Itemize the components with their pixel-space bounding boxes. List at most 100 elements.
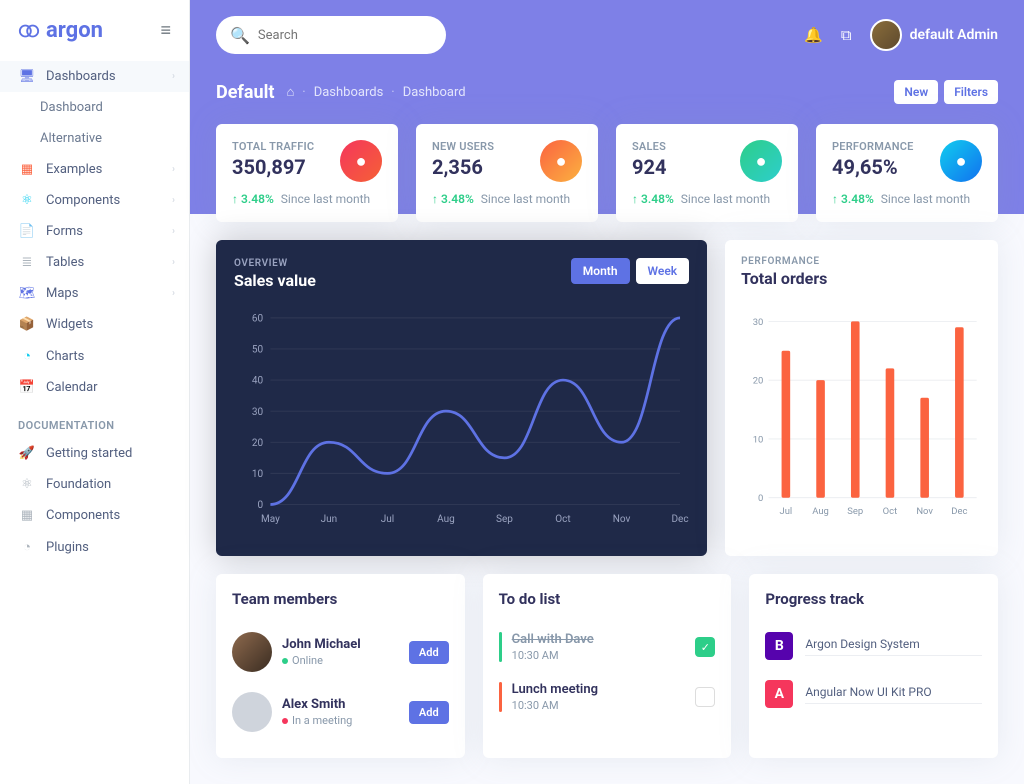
breadcrumb: ⌂ · Dashboards · Dashboard [286, 84, 465, 100]
nav-item-calendar[interactable]: 📅 Calendar [0, 372, 189, 403]
nav-item-plugins[interactable]: ◔Plugins [0, 531, 189, 563]
todo-item[interactable]: Call with Dave 10:30 AM ✓ [499, 622, 716, 672]
orders-title: Total orders [741, 269, 827, 288]
svg-text:Nov: Nov [613, 514, 631, 525]
stat-delta: ↑ 3.48% Since last month [432, 192, 582, 206]
crumb-0[interactable]: Dashboards [314, 85, 384, 100]
nav-label: Examples [46, 162, 102, 177]
add-member-button[interactable]: Add [409, 701, 449, 724]
bell-icon[interactable]: 🔔 [804, 26, 823, 44]
chevron-right-icon: › [172, 195, 175, 206]
sidebar: argon ≡ 🖥 Dashboards › DashboardAlternative… [0, 0, 190, 784]
search-input[interactable] [258, 28, 432, 43]
sales-pre: OVERVIEW [234, 258, 316, 269]
chevron-right-icon: › [172, 71, 175, 82]
todo-title-text: Call with Dave [512, 632, 594, 647]
nav-label: Plugins [46, 540, 89, 555]
stat-delta: ↑ 3.48% Since last month [832, 192, 982, 206]
nav-item-components[interactable]: ⚛Components› [0, 185, 189, 216]
user-menu[interactable]: default Admin [870, 19, 998, 51]
nav-label: Maps [46, 286, 78, 301]
grid-icon: ▦ [18, 162, 36, 177]
nav-item-forms[interactable]: 📄Forms› [0, 216, 189, 247]
toggle-week[interactable]: Week [636, 258, 690, 284]
chevron-right-icon: › [172, 257, 175, 268]
pie-icon: ◔ [18, 348, 36, 364]
svg-text:40: 40 [252, 376, 264, 387]
stat-value: 2,356 [432, 155, 494, 179]
member-status: In a meeting [282, 714, 352, 727]
svg-text:Oct: Oct [883, 506, 898, 517]
nav-item-maps[interactable]: 🗺Maps› [0, 278, 189, 309]
nav-label: Widgets [46, 317, 93, 332]
svg-text:30: 30 [753, 317, 764, 328]
nav-item-alternative[interactable]: Alternative [0, 123, 189, 154]
nav-label: Forms [46, 224, 83, 239]
nav-doc-header: DOCUMENTATION [0, 403, 189, 438]
grid-icon[interactable]: ⧉ [841, 26, 852, 44]
nav-item-charts[interactable]: ◔ Charts [0, 340, 189, 372]
orders-chart-card: PERFORMANCE Total orders 0102030JulAugSe… [725, 240, 998, 556]
todo-checkbox[interactable]: ✓ [695, 637, 715, 657]
nav-label: Charts [46, 349, 84, 364]
svg-text:20: 20 [753, 376, 764, 387]
nav-item-widgets[interactable]: 📦Widgets [0, 309, 189, 340]
nav-item-tables[interactable]: ≣Tables› [0, 247, 189, 278]
atom-icon: ⚛ [18, 193, 36, 208]
file-icon: 📄 [18, 224, 36, 239]
nav-label: Getting started [46, 446, 132, 461]
nav-item-examples[interactable]: ▦ Examples › [0, 154, 189, 185]
nav-label: Calendar [46, 380, 98, 395]
progress-item: AAngular Now UI Kit PRO [765, 670, 982, 718]
stat-icon: ● [340, 140, 382, 182]
stat-card-performance: PERFORMANCE49,65%●↑ 3.48% Since last mon… [816, 124, 998, 222]
filters-button[interactable]: Filters [944, 80, 998, 104]
menu-toggle-icon[interactable]: ≡ [160, 20, 171, 41]
home-icon[interactable]: ⌂ [286, 84, 294, 100]
cal-icon: 📅 [18, 380, 36, 395]
svg-text:10: 10 [252, 469, 264, 480]
avatar [870, 19, 902, 51]
nav-item-getting-started[interactable]: 🚀Getting started [0, 438, 189, 469]
crumb-1[interactable]: Dashboard [403, 85, 466, 100]
stat-label: PERFORMANCE [832, 140, 914, 153]
stat-delta: ↑ 3.48% Since last month [632, 192, 782, 206]
orders-bar-chart: 0102030JulAugSepOctNovDec [741, 296, 982, 536]
nav-item-dashboard[interactable]: Dashboard [0, 92, 189, 123]
svg-text:Jul: Jul [381, 514, 394, 525]
new-button[interactable]: New [894, 80, 938, 104]
toggle-month[interactable]: Month [571, 258, 630, 284]
team-card: Team members John MichaelOnlineAddAlex S… [216, 574, 465, 758]
stat-card-total-traffic: TOTAL TRAFFIC350,897●↑ 3.48% Since last … [216, 124, 398, 222]
member-status: Online [282, 654, 361, 667]
svg-text:0: 0 [258, 500, 264, 511]
progress-title: Progress track [765, 590, 982, 608]
member-name: Alex Smith [282, 697, 352, 712]
todo-time: 10:30 AM [512, 699, 598, 712]
stat-card-new-users: NEW USERS2,356●↑ 3.48% Since last month [416, 124, 598, 222]
nav-item-foundation[interactable]: ⚛Foundation [0, 469, 189, 500]
chevron-right-icon: › [172, 288, 175, 299]
nav-item-components[interactable]: ▦Components [0, 500, 189, 531]
orders-pre: PERFORMANCE [741, 256, 827, 267]
tv-icon: 🖥 [18, 69, 36, 84]
grid-icon: ▦ [18, 508, 36, 523]
nav-item-dashboards[interactable]: 🖥 Dashboards › [0, 61, 189, 92]
chevron-right-icon: › [172, 164, 175, 175]
search-icon: 🔍 [230, 26, 250, 45]
brand-logo[interactable]: argon [18, 18, 103, 43]
search-box[interactable]: 🔍 [216, 16, 446, 54]
stat-delta: ↑ 3.48% Since last month [232, 192, 382, 206]
stat-value: 924 [632, 155, 666, 179]
todo-checkbox[interactable] [695, 687, 715, 707]
svg-text:20: 20 [252, 438, 264, 449]
sales-line-chart: 0102030405060MayJunJulAugSepOctNovDec [234, 298, 689, 538]
team-member: John MichaelOnlineAdd [232, 622, 449, 682]
todo-item[interactable]: Lunch meeting 10:30 AM [499, 672, 716, 722]
add-member-button[interactable]: Add [409, 641, 449, 664]
svg-text:Oct: Oct [555, 514, 570, 525]
todo-time: 10:30 AM [512, 649, 594, 662]
nav-label: Dashboards [46, 69, 116, 84]
svg-text:Aug: Aug [812, 506, 829, 517]
todo-title-text: Lunch meeting [512, 682, 598, 697]
